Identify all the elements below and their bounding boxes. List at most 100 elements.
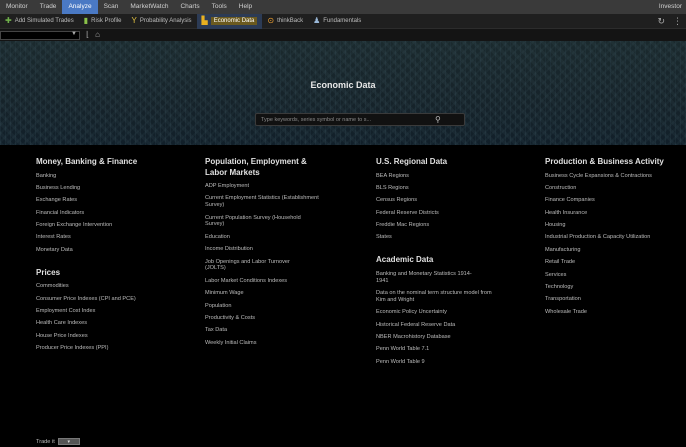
settings-icon[interactable]: ⋮ [673,16,682,27]
probability-icon: Y [131,16,137,25]
category-link[interactable]: Banking and Monetary Statistics 1914-194… [376,271,476,285]
category-link[interactable]: Minimum Wage [205,290,330,297]
category-link[interactable]: Census Regions [376,197,501,204]
section-title: Population, Employment & Labor Markets [205,157,307,177]
category-link[interactable]: Data on the nominal term structure model… [376,290,496,304]
category-link[interactable]: Interest Rates [36,234,166,241]
category-link[interactable]: NBER Macrohistory Database [376,334,501,341]
category-link[interactable]: Housing [545,222,680,229]
section-title: Production & Business Activity [545,157,664,166]
category-link[interactable]: Financial Indicators [36,210,166,217]
section-title: U.S. Regional Data [376,157,448,166]
category-link[interactable]: Penn World Table 9 [376,359,501,366]
category-link[interactable]: Penn World Table 7.1 [376,346,501,353]
category-link[interactable]: Consumer Price Indexes (CPI and PCE) [36,296,151,303]
category-link[interactable]: ADP Employment [205,183,330,190]
category-link[interactable]: Construction [545,185,680,192]
trade-dropdown-button[interactable]: ▾ [57,438,80,445]
category-link[interactable]: House Price Indexes [36,333,166,340]
category-link[interactable]: Historical Federal Reserve Data [376,322,501,329]
probability-analysis-button[interactable]: Y Probability Analysis [127,14,197,29]
column-2: Population, Employment & Labor Markets A… [205,157,330,352]
fundamentals-icon: ♟ [313,16,321,25]
thinkback-button[interactable]: ⊙ thinkBack [262,14,308,29]
category-link[interactable]: Population [205,303,330,310]
category-link[interactable]: Retail Trade [545,259,680,266]
column-1: Money, Banking & Finance Banking Busines… [36,157,166,357]
search-box[interactable]: ⚲ [255,113,465,126]
section-title: Academic Data [376,255,434,265]
category-link[interactable]: Manufacturing [545,247,680,254]
category-link[interactable]: Employment Cost Index [36,308,166,315]
search-input[interactable] [256,116,431,123]
fundamentals-button[interactable]: ♟ Fundamentals [308,14,366,29]
menu-analyze[interactable]: Analyze [62,0,98,14]
category-link[interactable]: Health Care Indexes [36,320,166,327]
category-link[interactable]: Current Employment Statistics (Establish… [205,195,325,209]
category-link[interactable]: Freddie Mac Regions [376,222,501,229]
section-title: Money, Banking & Finance [36,157,138,166]
category-link[interactable]: Income Distribution [205,246,330,253]
menu-marketwatch[interactable]: MarketWatch [124,0,174,14]
earnings-icon: ⊙ [267,16,275,25]
trade-bar: Trade it ▾ [36,438,80,445]
column-3: U.S. Regional Data BEA Regions BLS Regio… [376,157,501,371]
menu-help[interactable]: Help [233,0,258,14]
section-title: Prices [36,267,61,277]
toolbar-label: thinkBack [277,18,304,24]
category-link[interactable]: Tax Data [205,327,330,334]
category-link[interactable]: Exchange Rates [36,197,166,204]
toolbar-label: Probability Analysis [139,18,192,24]
account-label[interactable]: Investor [653,0,686,14]
category-link[interactable]: Productivity & Costs [205,315,330,322]
category-link[interactable]: Labor Market Conditions Indexes [205,278,315,285]
category-link[interactable]: Weekly Initial Claims [205,340,330,347]
risk-profile-button[interactable]: ▮ Risk Profile [79,14,127,29]
link-icon[interactable]: ⌊ [86,31,89,39]
toolbar-label: Risk Profile [91,18,122,24]
plus-icon: ✚ [5,16,12,25]
category-link[interactable]: Economic Policy Uncertainty [376,309,501,316]
menu-monitor[interactable]: Monitor [0,0,34,14]
category-link[interactable]: Industrial Production & Capacity Utiliza… [545,234,655,241]
category-link[interactable]: Job Openings and Labor Turnover (JOLTS) [205,259,305,273]
refresh-icon[interactable]: ↻ [657,16,665,27]
category-link[interactable]: Technology [545,284,680,291]
economic-data-icon: ▙ [201,16,208,25]
trade-label: Trade it [36,438,55,445]
symbol-selector[interactable]: ▼ [0,30,80,40]
category-link[interactable]: Banking [36,173,166,180]
home-icon[interactable]: ⌂ [95,31,100,39]
menu-tools[interactable]: Tools [206,0,233,14]
category-link[interactable]: BEA Regions [376,173,501,180]
category-link[interactable]: Producer Price Indexes (PPI) [36,345,166,352]
menu-scan[interactable]: Scan [98,0,125,14]
category-link[interactable]: Finance Companies [545,197,680,204]
page-title: Economic Data [310,80,376,90]
category-link[interactable]: Transportation [545,296,680,303]
category-link[interactable]: Foreign Exchange Intervention [36,222,166,229]
category-link[interactable]: Health Insurance [545,210,680,217]
chevron-down-icon[interactable]: ▼ [71,31,77,37]
category-link[interactable]: Business Lending [36,185,166,192]
economic-data-banner: Economic Data ⚲ [0,41,686,145]
search-icon[interactable]: ⚲ [435,115,441,124]
menu-trade[interactable]: Trade [34,0,63,14]
category-link[interactable]: BLS Regions [376,185,501,192]
main-menu-bar: Monitor Trade Analyze Scan MarketWatch C… [0,0,686,14]
category-link[interactable]: Services [545,272,680,279]
toolbar-label: Fundamentals [323,18,362,24]
category-link[interactable]: Wholesale Trade [545,309,680,316]
category-link[interactable]: Monetary Data [36,247,166,254]
category-link[interactable]: Commodities [36,283,166,290]
menu-charts[interactable]: Charts [174,0,205,14]
category-link[interactable]: Business Cycle Expansions & Contractions [545,173,670,180]
category-listing: Money, Banking & Finance Banking Busines… [0,145,686,447]
category-link[interactable]: States [376,234,501,241]
column-4: Production & Business Activity Business … [545,157,680,321]
economic-data-button[interactable]: ▙ Economic Data [196,13,263,29]
category-link[interactable]: Current Population Survey (Household Sur… [205,215,320,229]
category-link[interactable]: Education [205,234,330,241]
add-simulated-trades-button[interactable]: ✚ Add Simulated Trades [0,14,79,29]
category-link[interactable]: Federal Reserve Districts [376,210,501,217]
